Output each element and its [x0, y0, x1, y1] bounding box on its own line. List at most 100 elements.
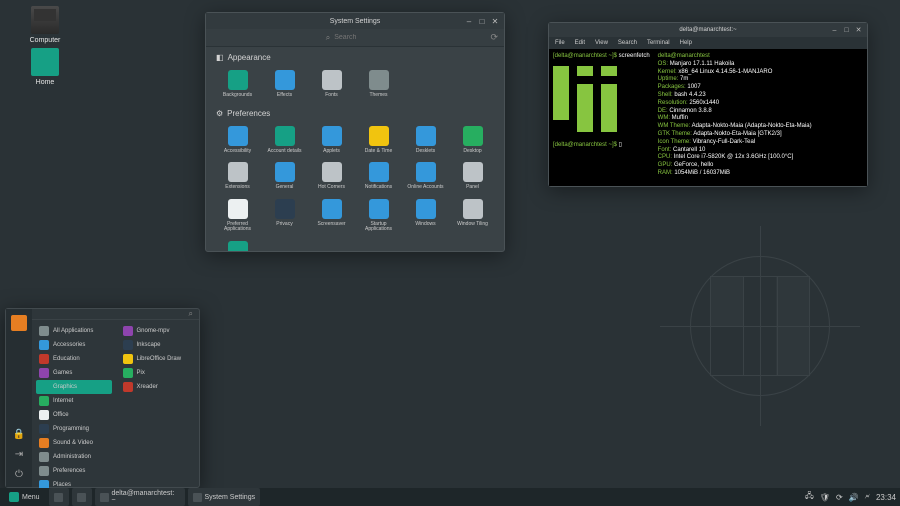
settings-item-backgrounds[interactable]: Backgrounds [216, 68, 259, 101]
category-office[interactable]: Office [36, 408, 112, 422]
window-titlebar[interactable]: delta@manarchtest:~ – □ ✕ [549, 23, 867, 37]
settings-searchbar: ⌕ ⟳ [206, 29, 504, 47]
category-preferences[interactable]: Preferences [36, 464, 112, 478]
category-label: Internet [53, 398, 73, 404]
settings-item-icon [228, 199, 248, 219]
category-education[interactable]: Education [36, 352, 112, 366]
settings-item-icon [322, 70, 342, 90]
category-programming[interactable]: Programming [36, 422, 112, 436]
terminal-menu-help[interactable]: Help [680, 40, 692, 46]
settings-item-online-accounts[interactable]: Online Accounts [404, 160, 447, 193]
start-search-input[interactable] [38, 311, 189, 318]
category-sound-video[interactable]: Sound & Video [36, 436, 112, 450]
desktop-icon-computer[interactable]: Computer [24, 6, 66, 44]
settings-item-label: Date & Time [365, 149, 393, 155]
terminal-menu-view[interactable]: View [595, 40, 608, 46]
settings-item-icon [228, 162, 248, 182]
settings-item-general[interactable]: General [263, 160, 306, 193]
settings-item-panel[interactable]: Panel [451, 160, 494, 193]
category-accessories[interactable]: Accessories [36, 338, 112, 352]
category-administration[interactable]: Administration [36, 450, 112, 464]
settings-item-fonts[interactable]: Fonts [310, 68, 353, 101]
logout-button[interactable]: ⇥ [12, 447, 26, 461]
settings-item-extensions[interactable]: Extensions [216, 160, 259, 193]
minimize-button[interactable]: – [464, 16, 474, 26]
search-icon: ⌕ [189, 309, 193, 319]
window-title: delta@manarchtest:~ [679, 27, 736, 33]
menu-button[interactable]: Menu [4, 490, 45, 504]
settings-item-label: Applets [323, 149, 340, 155]
app-inkscape[interactable]: Inkscape [120, 338, 196, 352]
start-menu-categories: All ApplicationsAccessoriesEducationGame… [32, 320, 116, 496]
app-label: Inkscape [137, 342, 161, 348]
settings-item-label: Privacy [276, 222, 292, 228]
settings-item-hot-corners[interactable]: Hot Corners [310, 160, 353, 193]
terminal-content[interactable]: [delta@manarchtest ~]$ screenfetch [delt… [549, 49, 867, 186]
settings-item-notifications[interactable]: Notifications [357, 160, 400, 193]
category-label: Office [53, 412, 69, 418]
tray-shield-icon[interactable]: 🛡 [820, 493, 830, 502]
category-games[interactable]: Games [36, 366, 112, 380]
settings-item-preferred-applications[interactable]: Preferred Applications [216, 197, 259, 235]
tray-volume-icon[interactable]: 🔊 [849, 493, 859, 502]
maximize-button[interactable]: □ [477, 16, 487, 26]
settings-item-date-time[interactable]: Date & Time [357, 124, 400, 157]
system-tray: 🖧 🛡 ⟳ 🔊 🗲 23:34 [805, 490, 896, 504]
app-label: LibreOffice Draw [137, 356, 182, 362]
app-libreoffice-draw[interactable]: LibreOffice Draw [120, 352, 196, 366]
category-icon [39, 452, 49, 462]
app-pix[interactable]: Pix [120, 366, 196, 380]
settings-item-label: Desklets [416, 149, 435, 155]
taskbar-task[interactable] [49, 488, 69, 506]
settings-item-windows[interactable]: Windows [404, 197, 447, 235]
maximize-button[interactable]: □ [842, 26, 851, 35]
refresh-icon[interactable]: ⟳ [490, 32, 498, 43]
settings-item-privacy[interactable]: Privacy [263, 197, 306, 235]
app-xreader[interactable]: Xreader [120, 380, 196, 394]
settings-item-workspaces[interactable]: Workspaces [216, 239, 259, 252]
settings-item-desktop[interactable]: Desktop [451, 124, 494, 157]
start-menu: 🔒 ⇥ ⏻ ⌕ All ApplicationsAccessoriesEduca… [5, 308, 200, 488]
settings-item-desklets[interactable]: Desklets [404, 124, 447, 157]
settings-search-input[interactable] [334, 32, 384, 43]
taskbar-task[interactable]: delta@manarchtest: ~ [95, 488, 185, 506]
terminal-menu-edit[interactable]: Edit [575, 40, 585, 46]
lock-button[interactable]: 🔒 [12, 427, 26, 441]
settings-item-window-tiling[interactable]: Window Tiling [451, 197, 494, 235]
category-icon [39, 396, 49, 406]
tray-updates-icon[interactable]: ⟳ [836, 493, 843, 502]
taskbar-task[interactable] [72, 488, 92, 506]
task-icon [77, 493, 86, 502]
terminal-menu-file[interactable]: File [555, 40, 565, 46]
tray-network-icon[interactable]: 🖧 [805, 490, 814, 504]
settings-item-applets[interactable]: Applets [310, 124, 353, 157]
system-settings-window: System Settings – □ ✕ ⌕ ⟳ ◧ Appearance B… [205, 12, 505, 252]
power-button[interactable]: ⏻ [12, 467, 26, 481]
terminal-menu-search[interactable]: Search [618, 40, 637, 46]
window-titlebar[interactable]: System Settings – □ ✕ [206, 13, 504, 29]
settings-item-account-details[interactable]: Account details [263, 124, 306, 157]
minimize-button[interactable]: – [830, 26, 839, 35]
settings-item-themes[interactable]: Themes [357, 68, 400, 101]
terminal-menubar: File Edit View Search Terminal Help [549, 37, 867, 49]
settings-item-screensaver[interactable]: Screensaver [310, 197, 353, 235]
category-internet[interactable]: Internet [36, 394, 112, 408]
category-all-applications[interactable]: All Applications [36, 324, 112, 338]
desktop-icon-label: Home [24, 79, 66, 86]
category-graphics[interactable]: Graphics [36, 380, 112, 394]
settings-item-startup-applications[interactable]: Startup Applications [357, 197, 400, 235]
taskbar-task[interactable]: System Settings [188, 488, 261, 506]
close-button[interactable]: ✕ [854, 26, 863, 35]
settings-item-effects[interactable]: Effects [263, 68, 306, 101]
settings-item-accessibility[interactable]: Accessibility [216, 124, 259, 157]
app-gnome-mpv[interactable]: Gnome-mpv [120, 324, 196, 338]
close-button[interactable]: ✕ [490, 16, 500, 26]
user-avatar[interactable] [11, 315, 27, 331]
tray-clock[interactable]: 23:34 [876, 493, 896, 502]
settings-item-icon [275, 126, 295, 146]
tray-battery-icon[interactable]: 🗲 [865, 492, 870, 502]
desktop-icon-home[interactable]: Home [24, 48, 66, 86]
terminal-menu-terminal[interactable]: Terminal [647, 40, 670, 46]
section-header-preferences: ⚙ Preferences [216, 109, 494, 118]
settings-item-icon [416, 199, 436, 219]
